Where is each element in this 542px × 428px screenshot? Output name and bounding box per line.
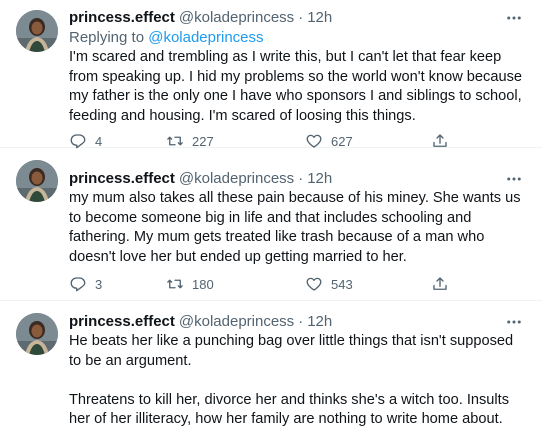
- more-horizontal-icon[interactable]: [502, 169, 526, 188]
- heart-icon: [306, 277, 322, 291]
- retweet-count: 227: [192, 133, 214, 149]
- user-handle[interactable]: @koladeprincess: [179, 169, 294, 188]
- avatar[interactable]: [16, 160, 58, 202]
- tweet-paragraph: I'm scared and trembling as I write this…: [69, 49, 522, 124]
- display-name[interactable]: princess.effect: [69, 169, 175, 188]
- tweet-paragraph: He beats her like a punching bag over li…: [69, 333, 514, 369]
- share-button[interactable]: [431, 274, 449, 294]
- retweet-button[interactable]: 180: [166, 274, 214, 294]
- like-button[interactable]: 543: [305, 274, 353, 294]
- display-name[interactable]: princess.effect: [69, 312, 175, 331]
- like-count: 627: [331, 133, 353, 149]
- separator: ·: [298, 170, 304, 187]
- avatar[interactable]: [16, 10, 58, 52]
- like-count: 543: [331, 276, 353, 292]
- mention-link[interactable]: @koladeprincess: [148, 29, 263, 46]
- tweet-header: princess.effect @koladeprincess · 12h: [69, 169, 526, 188]
- tweet-paragraph: my mum also takes all these pain because…: [69, 190, 521, 265]
- tweet-text: He beats her like a punching bag over li…: [69, 332, 526, 428]
- reply-count: 3: [95, 276, 103, 292]
- share-upload-icon: [433, 277, 447, 290]
- user-handle[interactable]: @koladeprincess: [179, 8, 294, 27]
- replying-to-label: Replying to: [69, 29, 145, 46]
- timestamp[interactable]: 12h: [307, 169, 332, 188]
- retweet-count: 180: [192, 276, 214, 292]
- separator: ·: [298, 313, 304, 330]
- user-handle[interactable]: @koladeprincess: [179, 312, 294, 331]
- tweet-text: my mum also takes all these pain because…: [69, 189, 526, 267]
- timestamp[interactable]: 12h: [307, 312, 332, 331]
- more-horizontal-icon[interactable]: [502, 8, 526, 27]
- display-name[interactable]: princess.effect: [69, 8, 175, 27]
- tweet-paragraph: Threatens to kill her, divorce her and t…: [69, 391, 510, 428]
- tweet-2[interactable]: princess.effect @koladeprincess · 12h my…: [0, 148, 542, 301]
- tweet-header: princess.effect @koladeprincess · 12h: [69, 8, 526, 27]
- tweet-text: I'm scared and trembling as I write this…: [69, 48, 526, 126]
- separator: ·: [298, 9, 304, 26]
- reply-count: 4: [95, 133, 103, 149]
- avatar[interactable]: [16, 313, 58, 355]
- more-horizontal-icon[interactable]: [502, 312, 526, 331]
- tweet-actions: 3 180 543: [69, 274, 449, 294]
- replying-to: Replying to @koladeprincess: [69, 28, 526, 47]
- tweet-3[interactable]: princess.effect @koladeprincess · 12h He…: [0, 301, 542, 428]
- tweet-header: princess.effect @koladeprincess · 12h: [69, 312, 526, 331]
- retweet-icon: [167, 279, 183, 289]
- reply-button[interactable]: 3: [69, 274, 102, 294]
- tweet-1[interactable]: princess.effect @koladeprincess · 12h Re…: [0, 0, 542, 149]
- reply-bubble-icon: [70, 277, 86, 292]
- timestamp[interactable]: 12h: [307, 8, 332, 27]
